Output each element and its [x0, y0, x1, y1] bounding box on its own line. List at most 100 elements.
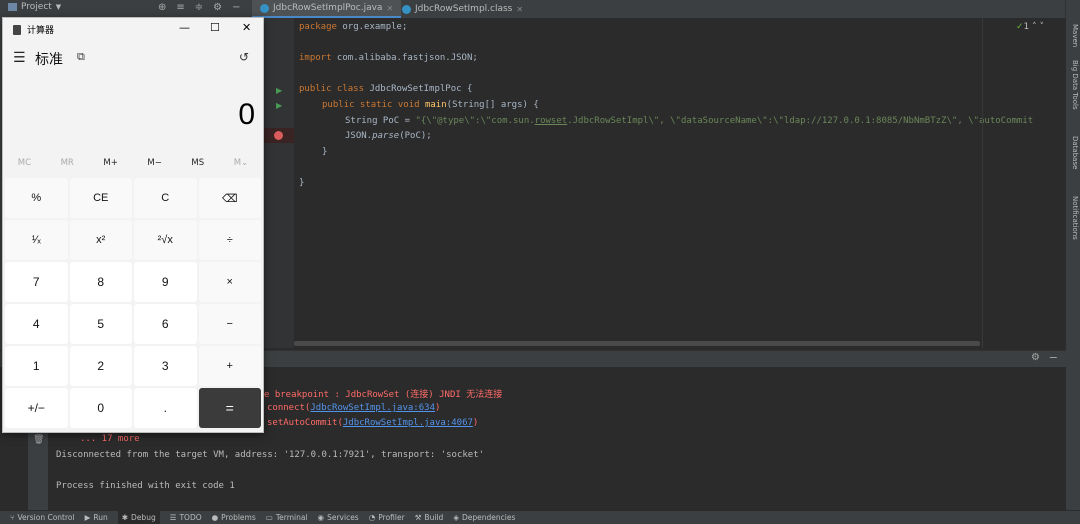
string-literal: .JdbcRowSetImpl\", \"dataSourceName\":\"…	[567, 116, 1034, 126]
gear-icon[interactable]: ⚙	[213, 2, 222, 13]
chevron-up-icon[interactable]: ˄	[1032, 22, 1037, 32]
code-editor[interactable]: package org.example; import com.alibaba.…	[294, 18, 1066, 348]
stack-link[interactable]: JdbcRowSetImpl.java:634	[310, 403, 435, 413]
console-line: Disconnected from the target VM, address…	[56, 450, 485, 460]
history-icon[interactable]: ↺	[239, 50, 249, 64]
maximize-icon[interactable]: ☐	[210, 21, 220, 34]
expand-icon[interactable]: ≑	[195, 2, 203, 13]
digit-0-button[interactable]: 0	[69, 388, 132, 428]
memory-store-button[interactable]: MS	[191, 158, 204, 168]
memory-list-button[interactable]: M⌄	[234, 158, 248, 168]
digit-9-button[interactable]: 9	[134, 262, 197, 302]
keep-on-top-icon[interactable]: ⧉	[77, 50, 85, 64]
digit-6-button[interactable]: 6	[134, 304, 197, 344]
code-line: String PoC = "{\"@type\":\"com.sun.rowse…	[345, 116, 1033, 126]
project-label: Project	[21, 2, 52, 12]
stack-method: setAutoCommit(	[267, 418, 343, 428]
inspection-widget[interactable]: ✓1 ˄ ˅	[1016, 22, 1044, 32]
minimize-icon[interactable]: −	[232, 2, 240, 13]
close-icon[interactable]: ✕	[242, 21, 251, 34]
digit-1-button[interactable]: 1	[5, 346, 68, 386]
tab-label: JdbcRowSetImpl.class	[415, 4, 513, 14]
equals-button[interactable]: =	[198, 388, 261, 428]
code-text: JSON.	[345, 131, 373, 141]
database-tool[interactable]: Database	[1071, 136, 1079, 169]
stack-method: connect(	[267, 403, 311, 413]
big-data-tools[interactable]: Big Data Tools	[1071, 60, 1079, 110]
project-icon	[8, 3, 17, 11]
code-text: org.example;	[336, 22, 408, 32]
digit-5-button[interactable]: 5	[69, 304, 132, 344]
memory-recall-button[interactable]: MR	[61, 158, 74, 168]
negate-button[interactable]: +/−	[5, 388, 68, 428]
keyword: public static void	[322, 100, 420, 110]
services-button[interactable]: ◉ Services	[318, 513, 359, 522]
version-control-button[interactable]: ⑂ Version Control	[10, 513, 75, 522]
decimal-button[interactable]: .	[134, 388, 197, 428]
memory-clear-button[interactable]: MC	[18, 158, 31, 168]
profiler-button[interactable]: ◔ Profiler	[369, 513, 405, 522]
stack-link[interactable]: JdbcRowSetImpl.java:4067	[343, 418, 473, 428]
code-line: public class JdbcRowSetImplPoc {	[299, 84, 472, 94]
minimize-icon[interactable]: —	[179, 21, 190, 34]
tab-jdbcrowsetimplpoc[interactable]: JdbcRowSetImplPoc.java ✕	[252, 0, 402, 18]
percent-button[interactable]: %	[5, 178, 68, 218]
build-button[interactable]: ⚒ Build	[415, 513, 444, 522]
close-icon[interactable]: ✕	[386, 4, 393, 13]
minimize-icon[interactable]: −	[1049, 351, 1058, 364]
code-line: import com.alibaba.fastjson.JSON;	[299, 53, 478, 63]
trash-icon[interactable]: 🗑	[33, 435, 44, 445]
hamburger-menu-icon[interactable]: ☰	[13, 50, 26, 66]
project-tool-button[interactable]: Project ▼	[8, 2, 61, 12]
add-button[interactable]: +	[198, 346, 261, 386]
close-icon[interactable]: ✕	[516, 5, 523, 14]
dependencies-button[interactable]: ◈ Dependencies	[453, 513, 515, 522]
memory-add-button[interactable]: M+	[103, 158, 117, 168]
divide-button[interactable]: ÷	[198, 220, 261, 260]
chevron-down-icon[interactable]: ˅	[1040, 22, 1045, 32]
run-main-icon[interactable]: ▶	[276, 101, 282, 110]
collapse-icon[interactable]: ≡	[176, 2, 184, 13]
sb-label: Run	[93, 513, 108, 522]
run-button[interactable]: ▶ Run	[85, 513, 108, 522]
tab-jdbcrowsetimpl-class[interactable]: JdbcRowSetImpl.class ✕	[394, 0, 531, 18]
digit-3-button[interactable]: 3	[134, 346, 197, 386]
subtract-button[interactable]: −	[198, 304, 261, 344]
multiply-button[interactable]: ×	[198, 262, 261, 302]
digit-4-button[interactable]: 4	[5, 304, 68, 344]
reciprocal-button[interactable]: ¹⁄ₓ	[5, 220, 68, 260]
keyword: package	[299, 22, 337, 32]
terminal-button[interactable]: ▭ Terminal	[266, 513, 308, 522]
sb-label: TODO	[179, 513, 202, 522]
calculator-display: 0	[238, 98, 255, 131]
maven-tool[interactable]: Maven	[1071, 24, 1079, 47]
problems-button[interactable]: ● Problems	[212, 513, 256, 522]
square-button[interactable]: x²	[69, 220, 132, 260]
stack-end: )	[472, 418, 479, 428]
console-line: setAutoCommit(JdbcRowSetImpl.java:4067)	[267, 418, 478, 428]
digit-2-button[interactable]: 2	[69, 346, 132, 386]
locate-icon[interactable]: ⊕	[158, 2, 166, 13]
notifications-tool[interactable]: Notifications	[1071, 196, 1079, 240]
memory-subtract-button[interactable]: M−	[147, 158, 161, 168]
digit-8-button[interactable]: 8	[69, 262, 132, 302]
digit-7-button[interactable]: 7	[5, 262, 68, 302]
square-root-button[interactable]: ²√x	[134, 220, 197, 260]
backspace-button[interactable]: ⌫	[198, 178, 261, 218]
console-line: e breakpoint : JdbcRowSet (连接) JNDI 无法连接	[264, 390, 503, 400]
clear-entry-button[interactable]: CE	[69, 178, 132, 218]
console-line: connect(JdbcRowSetImpl.java:634)	[267, 403, 440, 413]
debug-button[interactable]: ✱ Debug	[117, 511, 160, 524]
breakpoint-icon[interactable]	[274, 131, 283, 140]
calculator-window: 计算器 — ☐ ✕ ☰ 标准 ⧉ ↺ 0 MC MR M+ M− MS M⌄ %…	[2, 17, 264, 433]
todo-button[interactable]: ☰ TODO	[170, 513, 202, 522]
keyword: public class	[299, 84, 365, 94]
horizontal-scrollbar[interactable]	[294, 341, 980, 346]
clear-button[interactable]: C	[134, 178, 197, 218]
code-text: }	[299, 178, 305, 188]
sb-label: Services	[327, 513, 359, 522]
code-text: String PoC =	[345, 116, 416, 126]
console-line: Process finished with exit code 1	[56, 481, 235, 491]
run-class-icon[interactable]: ▶	[276, 86, 282, 95]
gear-icon[interactable]: ⚙	[1031, 352, 1040, 363]
